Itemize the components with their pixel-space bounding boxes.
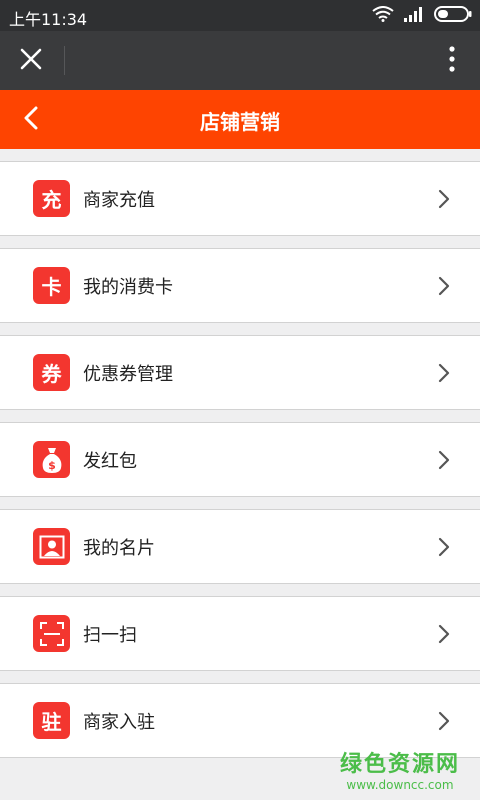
status-time: 上午11:34 (9, 10, 88, 29)
close-button[interactable] (14, 44, 48, 78)
chevron-right-icon (438, 363, 450, 383)
merchant-join-icon: 驻 (33, 702, 70, 739)
chevron-right-icon (438, 189, 450, 209)
more-vertical-icon (449, 46, 455, 76)
coupon-icon: 券 (33, 354, 70, 391)
menu-item-label: 发红包 (83, 451, 137, 472)
menu-item-red-packet[interactable]: $ 发红包 (0, 422, 480, 497)
menu-item-label: 优惠券管理 (83, 364, 173, 385)
chevron-right-icon (438, 711, 450, 731)
toolbar-divider (64, 46, 65, 75)
chevron-right-icon (438, 624, 450, 644)
status-bar: 上午11:34 (0, 0, 480, 31)
menu-item-label: 商家入驻 (83, 712, 155, 733)
menu-item-label: 我的名片 (83, 538, 155, 559)
chevron-right-icon (438, 537, 450, 557)
svg-text:$: $ (48, 459, 56, 472)
app-header: 店铺营销 (0, 90, 480, 149)
card-icon: 卡 (33, 267, 70, 304)
more-options-button[interactable] (444, 44, 460, 78)
battery-icon (434, 6, 472, 26)
chevron-right-icon (438, 276, 450, 296)
money-bag-icon: $ (33, 441, 70, 478)
watermark-url: www.downcc.com (346, 778, 454, 792)
watermark-title: 绿色资源网 (339, 752, 460, 777)
wifi-icon (372, 6, 394, 26)
recharge-icon: 充 (33, 180, 70, 217)
watermark: 绿色资源网 www.downcc.com (340, 746, 460, 792)
menu-item-scan[interactable]: 扫一扫 (0, 596, 480, 671)
menu-item-label: 我的消费卡 (83, 277, 173, 298)
menu-item-coupon[interactable]: 券 优惠券管理 (0, 335, 480, 410)
menu-item-business-card[interactable]: 我的名片 (0, 509, 480, 584)
menu-item-consumer-card[interactable]: 卡 我的消费卡 (0, 248, 480, 323)
menu-item-label: 扫一扫 (83, 625, 137, 646)
menu-item-label: 商家充值 (83, 190, 155, 211)
signal-icon (403, 6, 425, 26)
menu-item-recharge[interactable]: 充 商家充值 (0, 161, 480, 236)
scan-icon (33, 615, 70, 652)
chevron-right-icon (438, 450, 450, 470)
page-title: 店铺营销 (200, 110, 280, 134)
status-icons (372, 6, 472, 26)
close-icon (20, 48, 42, 74)
person-card-icon (33, 528, 70, 565)
browser-toolbar (0, 31, 480, 90)
